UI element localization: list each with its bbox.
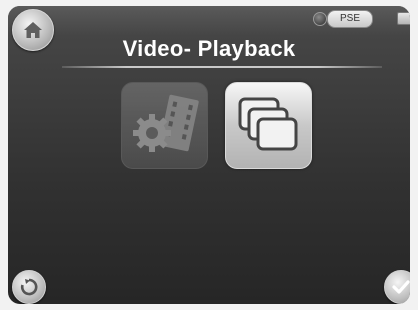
checkmark-icon [392, 280, 410, 294]
device-screen: PSE Video- Playback [8, 6, 410, 304]
indicator-dot-icon [313, 12, 327, 26]
refresh-icon [20, 278, 38, 296]
confirm-button[interactable] [384, 270, 410, 304]
gear-film-icon [133, 94, 199, 152]
stacked-windows-icon [238, 97, 298, 151]
page-title: Video- Playback [122, 36, 296, 61]
video-settings-tile[interactable] [121, 82, 208, 169]
battery-icon [397, 12, 410, 25]
pse-badge[interactable]: PSE [327, 10, 373, 28]
video-playback-tile[interactable] [225, 82, 312, 169]
back-button[interactable] [12, 270, 46, 304]
title-divider [62, 66, 382, 68]
